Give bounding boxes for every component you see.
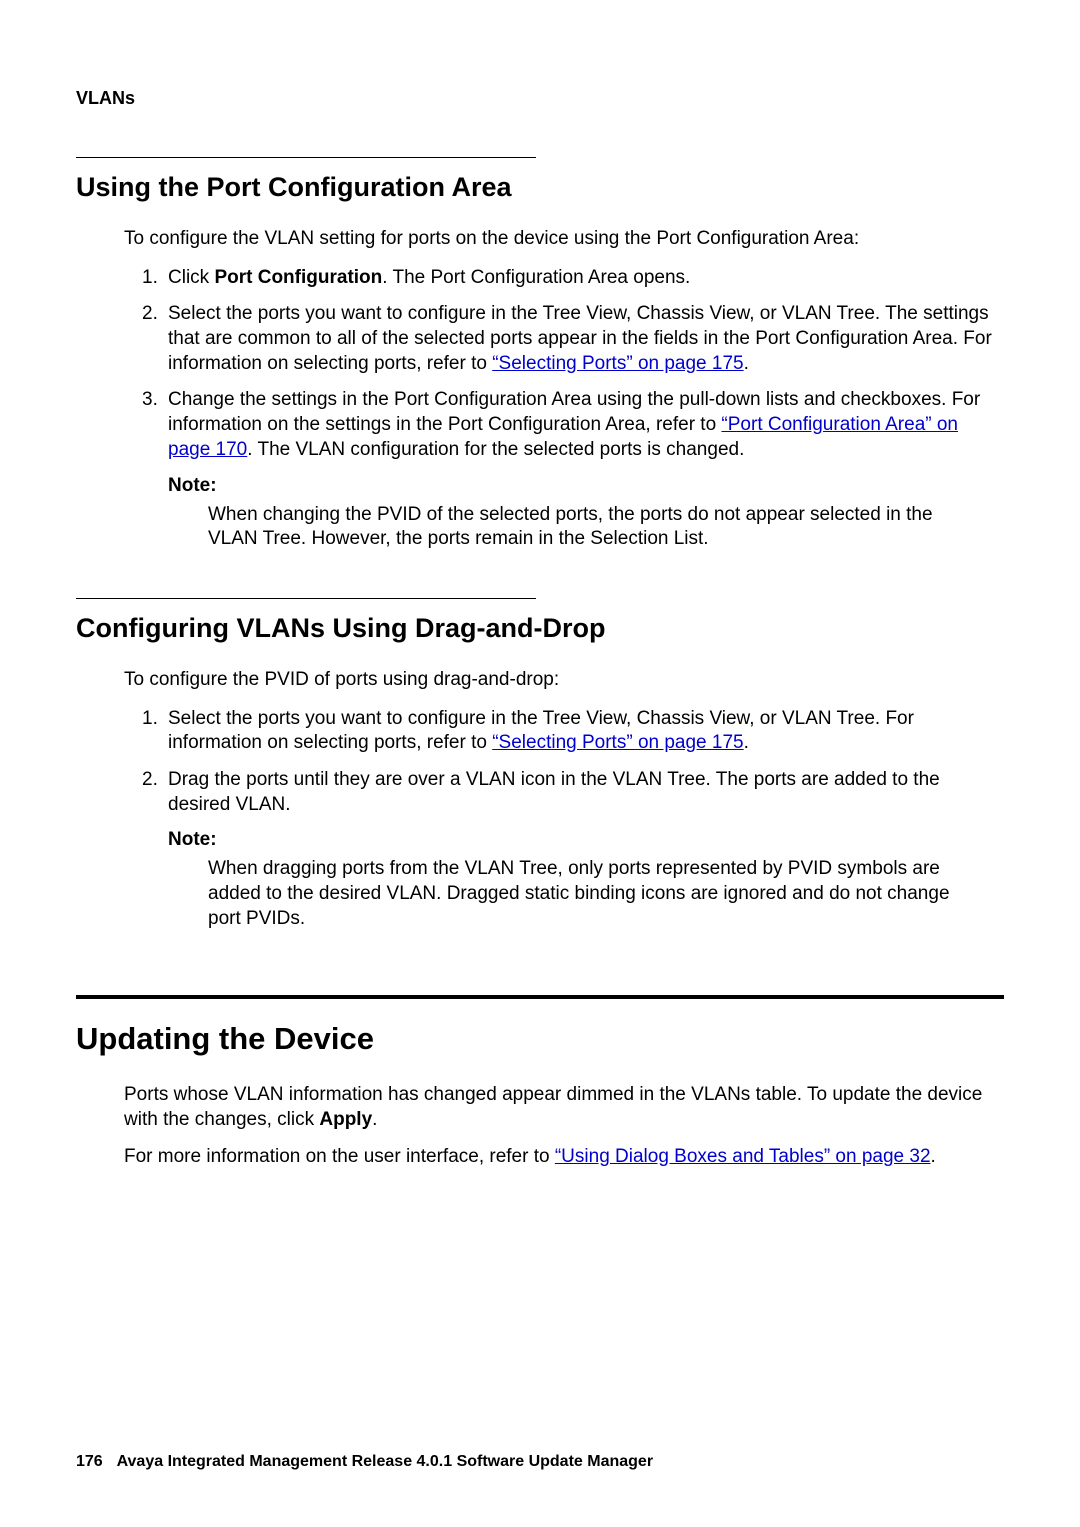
page-number: 176 xyxy=(76,1453,103,1470)
section-intro: To configure the PVID of ports using dra… xyxy=(124,668,1004,693)
page-header: VLANs xyxy=(76,88,1004,109)
text: Drag the ports until they are over a VLA… xyxy=(168,769,940,815)
text: Click xyxy=(168,267,214,288)
list-number: 3. xyxy=(142,388,158,413)
list-item: 3. Change the settings in the Port Confi… xyxy=(168,388,1004,462)
text: . The VLAN configuration for the selecte… xyxy=(247,439,744,460)
list-item: 1. Select the ports you want to configur… xyxy=(168,707,1004,756)
list-number: 2. xyxy=(142,302,158,327)
list-number: 2. xyxy=(142,768,158,793)
section-title: Configuring VLANs Using Drag-and-Drop xyxy=(76,613,1004,644)
text: For more information on the user interfa… xyxy=(124,1146,555,1167)
list-number: 1. xyxy=(142,266,158,291)
major-rule xyxy=(76,995,1004,999)
section-rule xyxy=(76,598,536,599)
ordered-list: 1. Select the ports you want to configur… xyxy=(168,707,1004,818)
text: Ports whose VLAN information has changed… xyxy=(124,1084,982,1130)
note-body: When dragging ports from the VLAN Tree, … xyxy=(208,857,984,931)
list-number: 1. xyxy=(142,707,158,732)
section-drag-and-drop: Configuring VLANs Using Drag-and-Drop To… xyxy=(76,598,1004,932)
bold-text: Port Configuration xyxy=(214,267,382,288)
cross-ref-link[interactable]: “Using Dialog Boxes and Tables” on page … xyxy=(555,1146,931,1167)
page-footer: 176 Avaya Integrated Management Release … xyxy=(76,1453,653,1471)
list-item: 1. Click Port Configuration. The Port Co… xyxy=(168,266,1004,291)
note-label: Note: xyxy=(168,475,1004,497)
list-item: 2. Select the ports you want to configur… xyxy=(168,302,1004,376)
text: . xyxy=(744,353,749,374)
cross-ref-link[interactable]: “Selecting Ports” on page 175 xyxy=(492,732,743,753)
text: . xyxy=(931,1146,936,1167)
section-port-config-area: Using the Port Configuration Area To con… xyxy=(76,157,1004,552)
section-updating-device: Updating the Device Ports whose VLAN inf… xyxy=(76,995,1004,1169)
cross-ref-link[interactable]: “Selecting Ports” on page 175 xyxy=(492,353,743,374)
text: . xyxy=(372,1109,377,1130)
major-title: Updating the Device xyxy=(76,1021,1004,1057)
ordered-list: 1. Click Port Configuration. The Port Co… xyxy=(168,266,1004,463)
section-intro: To configure the VLAN setting for ports … xyxy=(124,227,1004,252)
text: . The Port Configuration Area opens. xyxy=(382,267,690,288)
list-item: 2. Drag the ports until they are over a … xyxy=(168,768,1004,817)
paragraph: Ports whose VLAN information has changed… xyxy=(124,1083,1004,1132)
text: . xyxy=(744,732,749,753)
note-label: Note: xyxy=(168,829,1004,851)
paragraph: For more information on the user interfa… xyxy=(124,1145,1004,1170)
note-body: When changing the PVID of the selected p… xyxy=(208,503,984,552)
section-title: Using the Port Configuration Area xyxy=(76,172,1004,203)
section-rule xyxy=(76,157,536,158)
bold-text: Apply xyxy=(319,1109,372,1130)
footer-title: Avaya Integrated Management Release 4.0.… xyxy=(117,1453,653,1470)
